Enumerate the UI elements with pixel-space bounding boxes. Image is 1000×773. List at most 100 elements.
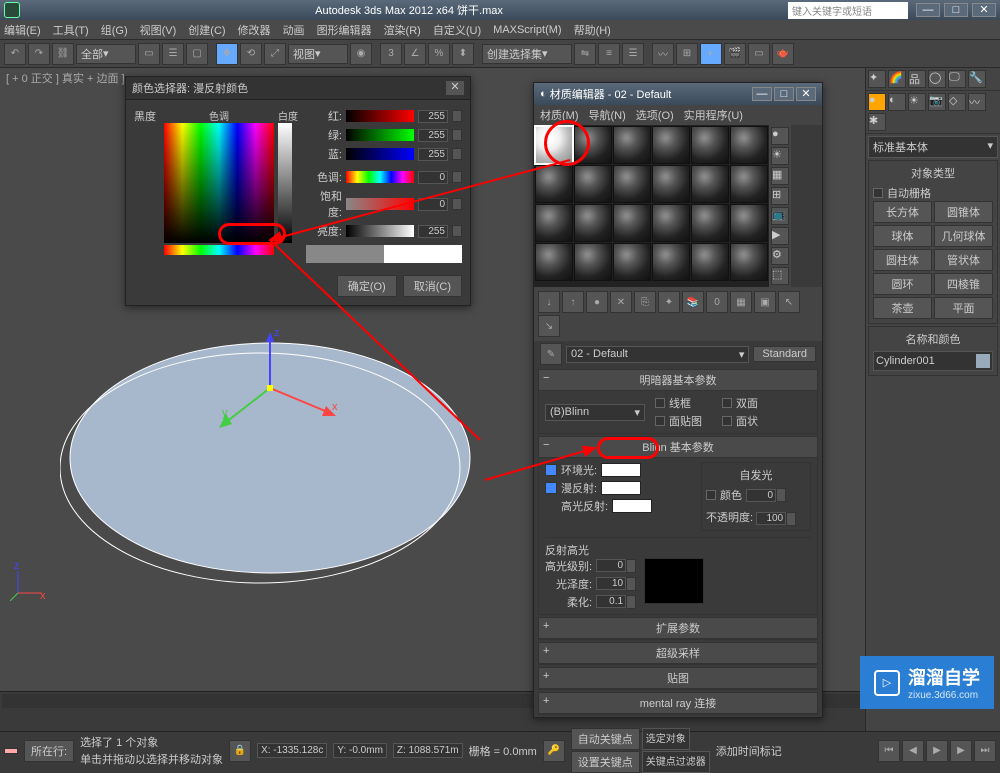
material-slot[interactable] [613, 165, 651, 203]
mat-max-button[interactable]: □ [774, 87, 794, 101]
backlight-button[interactable]: ☀ [771, 147, 789, 165]
ref-coord-combo[interactable]: 视图 ▾ [288, 44, 348, 64]
material-slot[interactable] [730, 126, 768, 164]
material-slot[interactable] [574, 243, 612, 281]
shader-type-combo[interactable]: (B)Blinn▾ [545, 404, 645, 421]
soften-spinner[interactable]: 0.1 [596, 595, 626, 608]
menu-tools[interactable]: 工具(T) [53, 22, 89, 38]
selection-filter-combo[interactable]: 全部 ▾ [76, 44, 136, 64]
material-slot[interactable] [613, 204, 651, 242]
maps-rollout[interactable]: +贴图 [539, 668, 817, 689]
reset-map-button[interactable]: ✕ [610, 291, 632, 313]
menu-modifiers[interactable]: 修改器 [238, 22, 271, 38]
autogrid-checkbox[interactable] [873, 188, 883, 198]
get-material-button[interactable]: ↓ [538, 291, 560, 313]
material-slot[interactable] [574, 126, 612, 164]
go-to-parent-button[interactable]: ↖ [778, 291, 800, 313]
object-name-input[interactable]: Cylinder001 [873, 351, 993, 371]
faceted-checkbox[interactable] [722, 416, 732, 426]
material-slot[interactable] [652, 204, 690, 242]
hierarchy-tab-icon[interactable]: 品 [908, 70, 926, 88]
menu-group[interactable]: 组(G) [101, 22, 128, 38]
sample-uv-button[interactable]: ⊞ [771, 187, 789, 205]
cylinder-object[interactable]: z x y [60, 328, 480, 588]
layers-button[interactable]: ☰ [622, 43, 644, 65]
material-slot[interactable] [691, 126, 729, 164]
hue-bar[interactable] [346, 171, 414, 183]
menu-maxscript[interactable]: MAXScript(M) [493, 24, 561, 36]
maxscript-listener-button[interactable] [4, 748, 18, 754]
mentalray-rollout[interactable]: +mental ray 连接 [539, 693, 817, 714]
lights-icon[interactable]: ☀ [908, 93, 926, 111]
spec-level-spinner[interactable]: 0 [596, 559, 626, 572]
assign-material-button[interactable]: ● [586, 291, 608, 313]
motion-tab-icon[interactable]: ◯ [928, 70, 946, 88]
diffuse-lock-button[interactable] [545, 482, 557, 494]
sat-slider[interactable] [346, 198, 414, 210]
sat-spinner[interactable]: 0 [418, 198, 448, 211]
systems-icon[interactable]: ✱ [868, 113, 886, 131]
opacity-spinner[interactable]: 100 [756, 512, 786, 525]
goto-start-button[interactable]: ⏮ [878, 740, 900, 762]
minimize-button[interactable]: — [916, 3, 940, 17]
material-slot[interactable] [691, 243, 729, 281]
align-button[interactable]: ≡ [598, 43, 620, 65]
object-color-swatch[interactable] [976, 354, 990, 368]
mirror-button[interactable]: ⇋ [574, 43, 596, 65]
schematic-button[interactable]: ⊞ [676, 43, 698, 65]
render-frame-button[interactable]: ▭ [748, 43, 770, 65]
render-button[interactable]: 🫖 [772, 43, 794, 65]
space-warps-icon[interactable]: 〰 [968, 93, 986, 111]
make-copy-button[interactable]: ⎘ [634, 291, 656, 313]
mat-menu-utilities[interactable]: 实用程序(U) [684, 107, 743, 123]
rect-select-button[interactable]: ▢ [186, 43, 208, 65]
color-picker-titlebar[interactable]: 颜色选择器: 漫反射颜色 ✕ [126, 77, 470, 100]
mat-menu-navigate[interactable]: 导航(N) [589, 107, 626, 123]
material-slot[interactable] [691, 204, 729, 242]
add-time-tag[interactable]: 添加时间标记 [716, 743, 782, 759]
options-button[interactable]: ⚙ [771, 247, 789, 265]
mat-min-button[interactable]: — [752, 87, 772, 101]
menu-customize[interactable]: 自定义(U) [433, 22, 481, 38]
hue-field[interactable] [164, 123, 274, 243]
extended-params-rollout[interactable]: +扩展参数 [539, 618, 817, 639]
category-combo[interactable]: 标准基本体▾ [868, 136, 998, 158]
material-editor-button[interactable]: ◐ [700, 43, 722, 65]
redo-button[interactable]: ↷ [28, 43, 50, 65]
goto-end-button[interactable]: ⏭ [974, 740, 996, 762]
torus-button[interactable]: 圆环 [873, 273, 932, 295]
menu-graph[interactable]: 图形编辑器 [317, 22, 372, 38]
play-button[interactable]: ▶ [926, 740, 948, 762]
utilities-tab-icon[interactable]: 🔧 [968, 70, 986, 88]
red-spinner[interactable]: 255 [418, 110, 448, 123]
named-sel-combo[interactable]: 创建选择集 ▾ [482, 44, 572, 64]
line-indicator[interactable]: 所在行: [24, 740, 74, 762]
material-slot[interactable] [613, 126, 651, 164]
close-button[interactable]: ✕ [972, 3, 996, 17]
color-picker-close-button[interactable]: ✕ [446, 81, 464, 95]
autokey-button[interactable]: 自动关键点 [571, 728, 640, 750]
pivot-button[interactable]: ◉ [350, 43, 372, 65]
tube-button[interactable]: 管状体 [934, 249, 993, 271]
curve-editor-button[interactable]: 〰 [652, 43, 674, 65]
menu-help[interactable]: 帮助(H) [574, 22, 611, 38]
background-button[interactable]: ▦ [771, 167, 789, 185]
show-end-result-button[interactable]: ▣ [754, 291, 776, 313]
geosphere-button[interactable]: 几何球体 [934, 225, 993, 247]
helpers-icon[interactable]: ◇ [948, 93, 966, 111]
put-to-library-button[interactable]: 📚 [682, 291, 704, 313]
undo-button[interactable]: ↶ [4, 43, 26, 65]
viewport-label[interactable]: [ + 0 正交 ] 真实 + 边面 ] [6, 70, 125, 86]
show-in-viewport-button[interactable]: ▦ [730, 291, 752, 313]
search-input[interactable]: 键入关键字或短语 [788, 2, 908, 19]
display-tab-icon[interactable]: 🖵 [948, 70, 966, 88]
color-cancel-button[interactable]: 取消(C) [403, 275, 462, 297]
material-slot[interactable] [613, 243, 651, 281]
facemap-checkbox[interactable] [655, 416, 665, 426]
select-name-button[interactable]: ☰ [162, 43, 184, 65]
move-button[interactable]: ✥ [216, 43, 238, 65]
box-button[interactable]: 长方体 [873, 201, 932, 223]
material-slot[interactable] [535, 165, 573, 203]
material-slot-1[interactable] [535, 126, 573, 164]
material-slot[interactable] [535, 243, 573, 281]
